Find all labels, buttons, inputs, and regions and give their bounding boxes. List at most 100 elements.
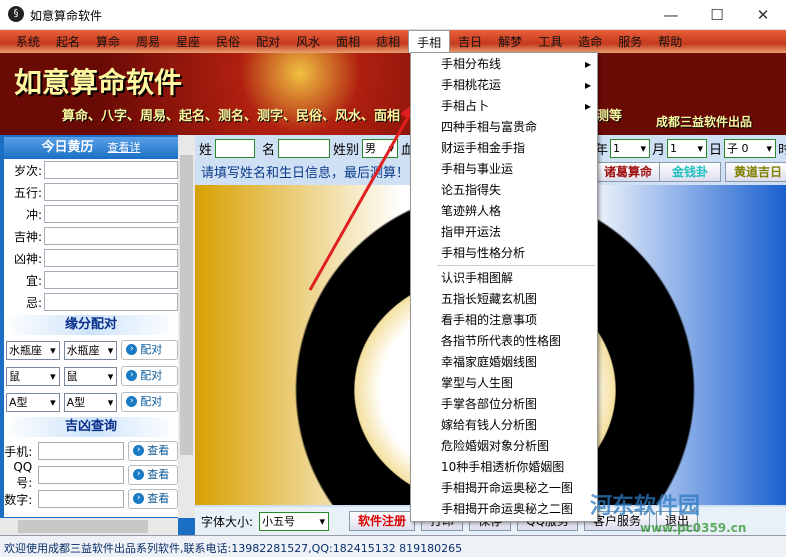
match-select-a[interactable]: 鼠 — [6, 366, 60, 386]
almanac-title: 今日黄历 — [41, 140, 94, 155]
menu-10[interactable]: 手相 — [408, 30, 451, 53]
match-button[interactable]: 配对 — [121, 340, 178, 360]
dropdown-item[interactable]: 嫁给有钱人分析图 — [411, 415, 597, 436]
surname-label: 姓 — [199, 143, 213, 158]
font-size-select[interactable]: 小五号 — [259, 511, 330, 531]
menu-3[interactable]: 周易 — [128, 30, 168, 53]
name-input[interactable] — [278, 139, 331, 158]
banner-publisher: 成都三益软件出品 — [656, 115, 753, 129]
dropdown-item[interactable]: 看手相的注意事项 — [411, 310, 597, 331]
dropdown-item[interactable]: 五指长短藏玄机图 — [411, 289, 597, 310]
huangdao-button[interactable]: 黄道吉日 — [725, 162, 786, 182]
query-row: QQ号: 查看 — [4, 460, 178, 490]
dropdown-item[interactable]: 指甲开运法 — [411, 222, 597, 243]
match-select-b[interactable]: 水瓶座 — [63, 340, 118, 360]
query-input[interactable] — [38, 490, 125, 508]
close-button[interactable]: ✕ — [740, 0, 786, 30]
dropdown-item[interactable]: 各指节所代表的性格图 — [411, 331, 597, 352]
form-tip: 请填写姓名和生日信息，最后测算！ — [201, 166, 410, 181]
match-title: 缘分配对 — [4, 315, 178, 335]
menu-1[interactable]: 起名 — [48, 30, 88, 53]
query-input[interactable] — [38, 442, 125, 460]
dropdown-item[interactable]: 财运手相金手指 — [411, 138, 597, 159]
gender-select[interactable]: 男 — [362, 139, 399, 158]
match-select-b[interactable]: 鼠 — [63, 366, 118, 386]
almanac-detail-link[interactable]: 查看详 — [108, 141, 141, 154]
dropdown-submenu-item[interactable]: 手相占卜 — [411, 96, 597, 117]
dropdown-item[interactable]: 手相与事业运 — [411, 159, 597, 180]
dropdown-item[interactable]: 论五指得失 — [411, 180, 597, 201]
almanac-value-field[interactable] — [44, 271, 178, 289]
month-select[interactable]: 1 — [667, 139, 708, 158]
almanac-label: 冲: — [25, 207, 42, 222]
zhuge-button[interactable]: 诸葛算命 — [595, 162, 662, 182]
query-title: 吉凶查询 — [4, 417, 178, 437]
dropdown-separator — [437, 265, 595, 266]
almanac-value-field[interactable] — [44, 293, 178, 311]
banner: 如意算命软件 算命、八字、周易、起名、测名、测字、民俗、风水、面相 测等 成都三… — [0, 53, 786, 135]
almanac-value-field[interactable] — [44, 227, 178, 245]
query-input[interactable] — [38, 466, 125, 484]
dropdown-item[interactable]: 危险婚姻对象分析图 — [411, 436, 597, 457]
status-bar: 欢迎使用成都三益软件出品系列软件,联系电话:13982281527,QQ:182… — [0, 535, 786, 557]
dropdown-item[interactable]: 笔迹辨人格 — [411, 201, 597, 222]
menu-15[interactable]: 服务 — [610, 30, 650, 53]
match-select-a[interactable]: A型 — [6, 392, 60, 412]
year-select[interactable]: 1 — [610, 139, 651, 158]
almanac-row: 岁次: — [4, 159, 178, 181]
left-horizontal-scrollbar[interactable] — [0, 518, 178, 535]
dropdown-item[interactable]: 手相揭开命运奥秘之一图 — [411, 478, 597, 499]
dropdown-item[interactable]: 四种手相与富贵命 — [411, 117, 597, 138]
dropdown-item[interactable]: 幸福家庭婚姻线图 — [411, 352, 597, 373]
query-button[interactable]: 查看 — [128, 489, 178, 509]
almanac-row: 吉神: — [4, 225, 178, 247]
menu-8[interactable]: 面相 — [328, 30, 368, 53]
almanac-value-field[interactable] — [44, 205, 178, 223]
dropdown-item[interactable]: 手相与性格分析 — [411, 243, 597, 264]
almanac-value-field[interactable] — [44, 161, 178, 179]
gender-label: 姓别 — [333, 143, 360, 158]
match-row: A型A型配对 — [4, 389, 178, 415]
palmistry-dropdown-menu: 手相分布线手相桃花运手相占卜四种手相与富贵命财运手相金手指手相与事业运论五指得失… — [410, 52, 598, 522]
match-select-b[interactable]: A型 — [63, 392, 118, 412]
menu-5[interactable]: 民俗 — [208, 30, 248, 53]
surname-input[interactable] — [215, 139, 256, 158]
maximize-button[interactable]: ☐ — [694, 0, 740, 30]
menu-13[interactable]: 工具 — [530, 30, 570, 53]
register-button[interactable]: 软件注册 — [349, 511, 416, 531]
month-label: 月 — [652, 143, 666, 158]
dropdown-item[interactable]: 认识手相图解 — [411, 268, 597, 289]
menu-6[interactable]: 配对 — [248, 30, 288, 53]
almanac-value-field[interactable] — [44, 183, 178, 201]
menu-14[interactable]: 造命 — [570, 30, 610, 53]
menu-11[interactable]: 吉日 — [450, 30, 490, 53]
almanac-header: 今日黄历 查看详 — [4, 137, 178, 159]
dropdown-item[interactable]: 掌型与人生图 — [411, 373, 597, 394]
match-select-a[interactable]: 水瓶座 — [6, 340, 60, 360]
query-button[interactable]: 查看 — [128, 465, 178, 485]
left-vertical-scrollbar[interactable] — [178, 135, 195, 518]
dropdown-submenu-item[interactable]: 手相分布线 — [411, 54, 597, 75]
query-button[interactable]: 查看 — [128, 441, 178, 461]
banner-subtitle-tail: 测等 — [596, 109, 623, 124]
match-button[interactable]: 配对 — [121, 366, 178, 386]
match-button[interactable]: 配对 — [121, 392, 178, 412]
hour-select[interactable]: 子 0 — [724, 139, 777, 158]
dropdown-item[interactable]: 手相揭开命运奥秘之二图 — [411, 499, 597, 520]
dropdown-submenu-item[interactable]: 手相桃花运 — [411, 75, 597, 96]
dropdown-item[interactable]: 10种手相透析你婚姻图 — [411, 457, 597, 478]
almanac-label: 岁次: — [13, 163, 42, 178]
almanac-label: 宜: — [25, 273, 42, 288]
dropdown-item[interactable]: 手掌各部位分析图 — [411, 394, 597, 415]
menu-16[interactable]: 帮助 — [650, 30, 690, 53]
menu-12[interactable]: 解梦 — [490, 30, 530, 53]
menu-9[interactable]: 痣相 — [368, 30, 408, 53]
minimize-button[interactable]: — — [648, 0, 694, 30]
menu-7[interactable]: 风水 — [288, 30, 328, 53]
jinqian-button[interactable]: 金钱卦 — [659, 162, 721, 182]
day-label: 日 — [709, 143, 723, 158]
almanac-value-field[interactable] — [44, 249, 178, 267]
menu-4[interactable]: 星座 — [168, 30, 208, 53]
menu-0[interactable]: 系统 — [8, 30, 48, 53]
menu-2[interactable]: 算命 — [88, 30, 128, 53]
